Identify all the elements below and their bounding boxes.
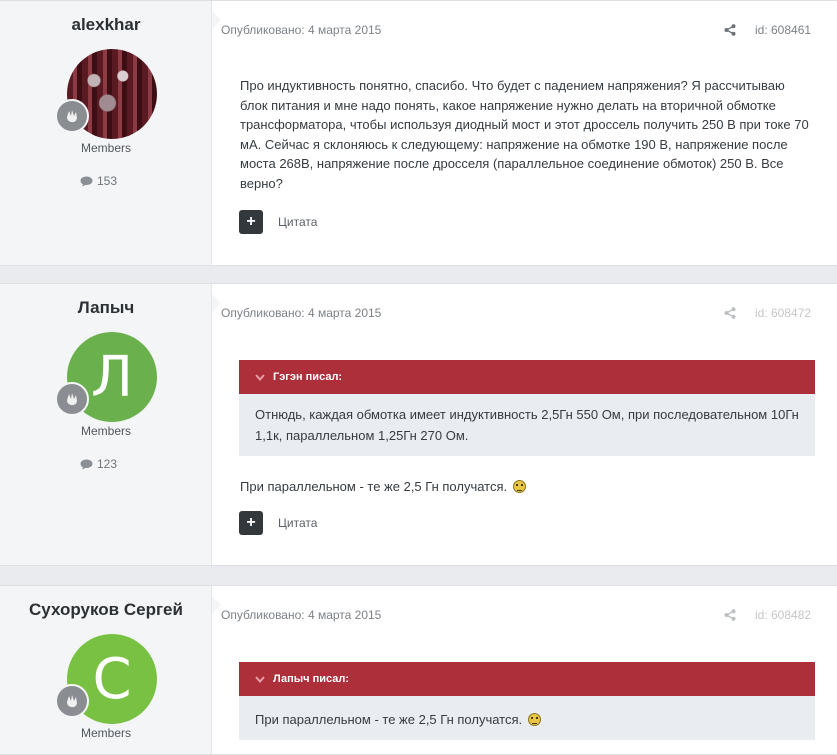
quote-button[interactable]: Цитата (278, 516, 317, 530)
author-arrow (212, 11, 221, 29)
post-count-value: 123 (97, 457, 118, 471)
post-date[interactable]: Опубликовано: 4 марта 2015 (221, 608, 381, 622)
author-arrow (212, 596, 221, 614)
multiquote-button[interactable]: + (239, 210, 263, 234)
smile-emoji-icon (527, 713, 541, 726)
post-count: 123 (80, 457, 117, 471)
avatar-letter: С (92, 646, 132, 712)
post-body: Про индуктивность понятно, спасибо. Что … (240, 78, 809, 191)
member-group: Members (80, 141, 131, 155)
quote-button[interactable]: Цитата (278, 215, 317, 229)
author-panel: Сухоруков Сергей С Members (0, 586, 212, 754)
post-body-text: При параллельном - те же 2,5 Гн получатс… (240, 479, 508, 494)
post-date[interactable]: Опубликовано: 4 марта 2015 (221, 23, 381, 37)
rank-badge-icon (55, 99, 89, 133)
comment-icon (80, 176, 93, 186)
chevron-down-icon (255, 675, 265, 683)
post-id[interactable]: id: 608482 (755, 608, 811, 622)
quote-text-content: При параллельном - те же 2,5 Гн получатс… (255, 712, 523, 727)
post: Сухоруков Сергей С Members Опубликовано:… (0, 585, 837, 755)
rank-badge-icon (55, 382, 89, 416)
share-icon[interactable] (724, 306, 736, 324)
quote-block: Лапыч писал: При параллельном - те же 2,… (239, 662, 815, 740)
quote-author: Лапыч писал: (273, 673, 350, 685)
comment-icon (80, 459, 93, 469)
multiquote-button[interactable]: + (239, 511, 263, 535)
post-count-value: 153 (97, 174, 118, 188)
quote-text: При параллельном - те же 2,5 Гн получатс… (239, 696, 815, 740)
post-id[interactable]: id: 608472 (755, 306, 811, 320)
avatar-letter: Л (90, 344, 134, 410)
quote-header[interactable]: Гэгэн писал: (239, 360, 815, 394)
author-arrow (212, 294, 221, 312)
quote-author: Гэгэн писал: (273, 371, 343, 383)
post: Лапыч Л Members 123 Опубликовано: 4 март… (0, 283, 837, 566)
quote-header[interactable]: Лапыч писал: (239, 662, 815, 696)
post-date[interactable]: Опубликовано: 4 марта 2015 (221, 306, 381, 320)
member-group: Members (80, 424, 131, 438)
post-count: 153 (80, 174, 117, 188)
author-name[interactable]: alexkhar (0, 15, 212, 35)
rank-badge-icon (55, 684, 89, 718)
member-group: Members (80, 726, 131, 740)
share-icon[interactable] (724, 608, 736, 626)
author-panel: Лапыч Л Members 123 (0, 284, 212, 565)
smile-emoji-icon (512, 480, 526, 493)
post-id[interactable]: id: 608461 (755, 23, 811, 37)
quote-text: Отнюдь, каждая обмотка имеет индуктивнос… (255, 407, 799, 443)
author-name[interactable]: Лапыч (0, 298, 212, 318)
author-name[interactable]: Сухоруков Сергей (0, 600, 212, 620)
quote-block: Гэгэн писал: Отнюдь, каждая обмотка имее… (239, 360, 815, 456)
author-panel: alexkhar Members 153 (0, 1, 212, 265)
share-icon[interactable] (724, 23, 736, 41)
chevron-down-icon (255, 373, 265, 381)
post-body: При параллельном - те же 2,5 Гн получатс… (240, 477, 815, 497)
post: alexkhar Members 153 Опубликовано: 4 мар… (0, 0, 837, 266)
